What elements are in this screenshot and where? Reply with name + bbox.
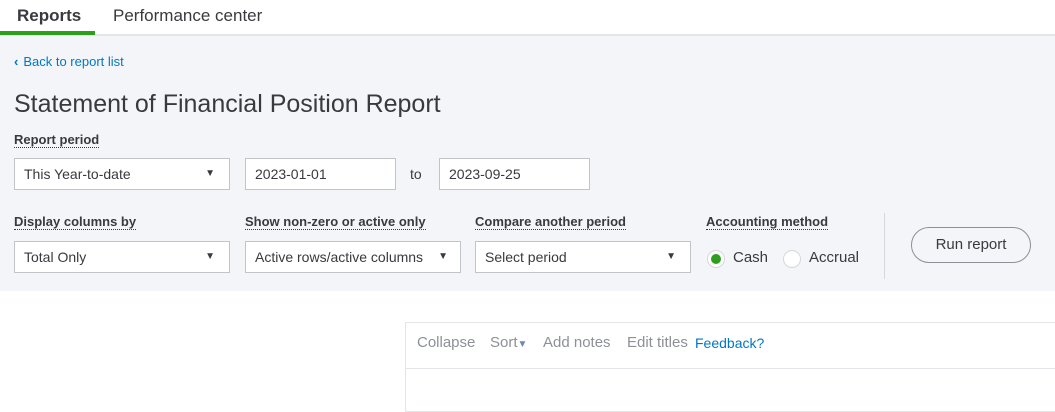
to-label: to [410, 166, 422, 182]
divider [884, 213, 885, 279]
report-period-select[interactable]: This Year-to-date ▼ [14, 158, 230, 190]
run-report-button[interactable]: Run report [911, 227, 1031, 263]
back-link-label: Back to report list [23, 54, 124, 69]
toolbar-divider [406, 368, 1055, 369]
chevron-left-icon: ‹ [14, 54, 19, 69]
active-tab-indicator [0, 31, 95, 35]
compare-period-placeholder: Select period [485, 249, 567, 265]
start-date-input[interactable]: 2023-01-01 [245, 158, 396, 190]
caret-down-icon: ▼ [517, 339, 528, 350]
caret-down-icon: ▼ [205, 251, 215, 262]
collapse-button[interactable]: Collapse [417, 334, 475, 351]
display-columns-select[interactable]: Total Only ▼ [14, 241, 230, 273]
accounting-method-label: Accounting method [706, 214, 829, 230]
caret-down-icon: ▼ [438, 251, 448, 262]
accrual-radio[interactable] [783, 250, 801, 268]
sort-label: Sort [490, 334, 518, 351]
compare-period-label: Compare another period [475, 214, 626, 230]
cash-radio[interactable] [707, 250, 725, 268]
feedback-link[interactable]: Feedback? [695, 335, 764, 351]
tab-performance-center[interactable]: Performance center [113, 6, 262, 26]
back-to-report-list-link[interactable]: ‹ Back to report list [14, 54, 124, 69]
tab-reports[interactable]: Reports [17, 6, 81, 26]
non-zero-select[interactable]: Active rows/active columns ▼ [245, 241, 461, 273]
edit-titles-button[interactable]: Edit titles [627, 334, 688, 351]
display-columns-value: Total Only [24, 249, 87, 265]
caret-down-icon: ▼ [205, 168, 215, 179]
non-zero-value: Active rows/active columns [255, 249, 424, 265]
end-date-input[interactable]: 2023-09-25 [439, 158, 590, 190]
page-title: Statement of Financial Position Report [14, 90, 441, 118]
compare-period-select[interactable]: Select period ▼ [475, 241, 691, 273]
non-zero-label: Show non-zero or active only [245, 214, 426, 230]
cash-label: Cash [733, 249, 769, 266]
add-notes-button[interactable]: Add notes [543, 334, 611, 351]
report-period-label: Report period [14, 132, 100, 148]
display-columns-label: Display columns by [14, 214, 137, 230]
report-period-value: This Year-to-date [24, 166, 131, 182]
caret-down-icon: ▼ [666, 251, 676, 262]
accrual-label: Accrual [809, 249, 860, 266]
sort-button[interactable]: Sort▼ [490, 334, 527, 351]
